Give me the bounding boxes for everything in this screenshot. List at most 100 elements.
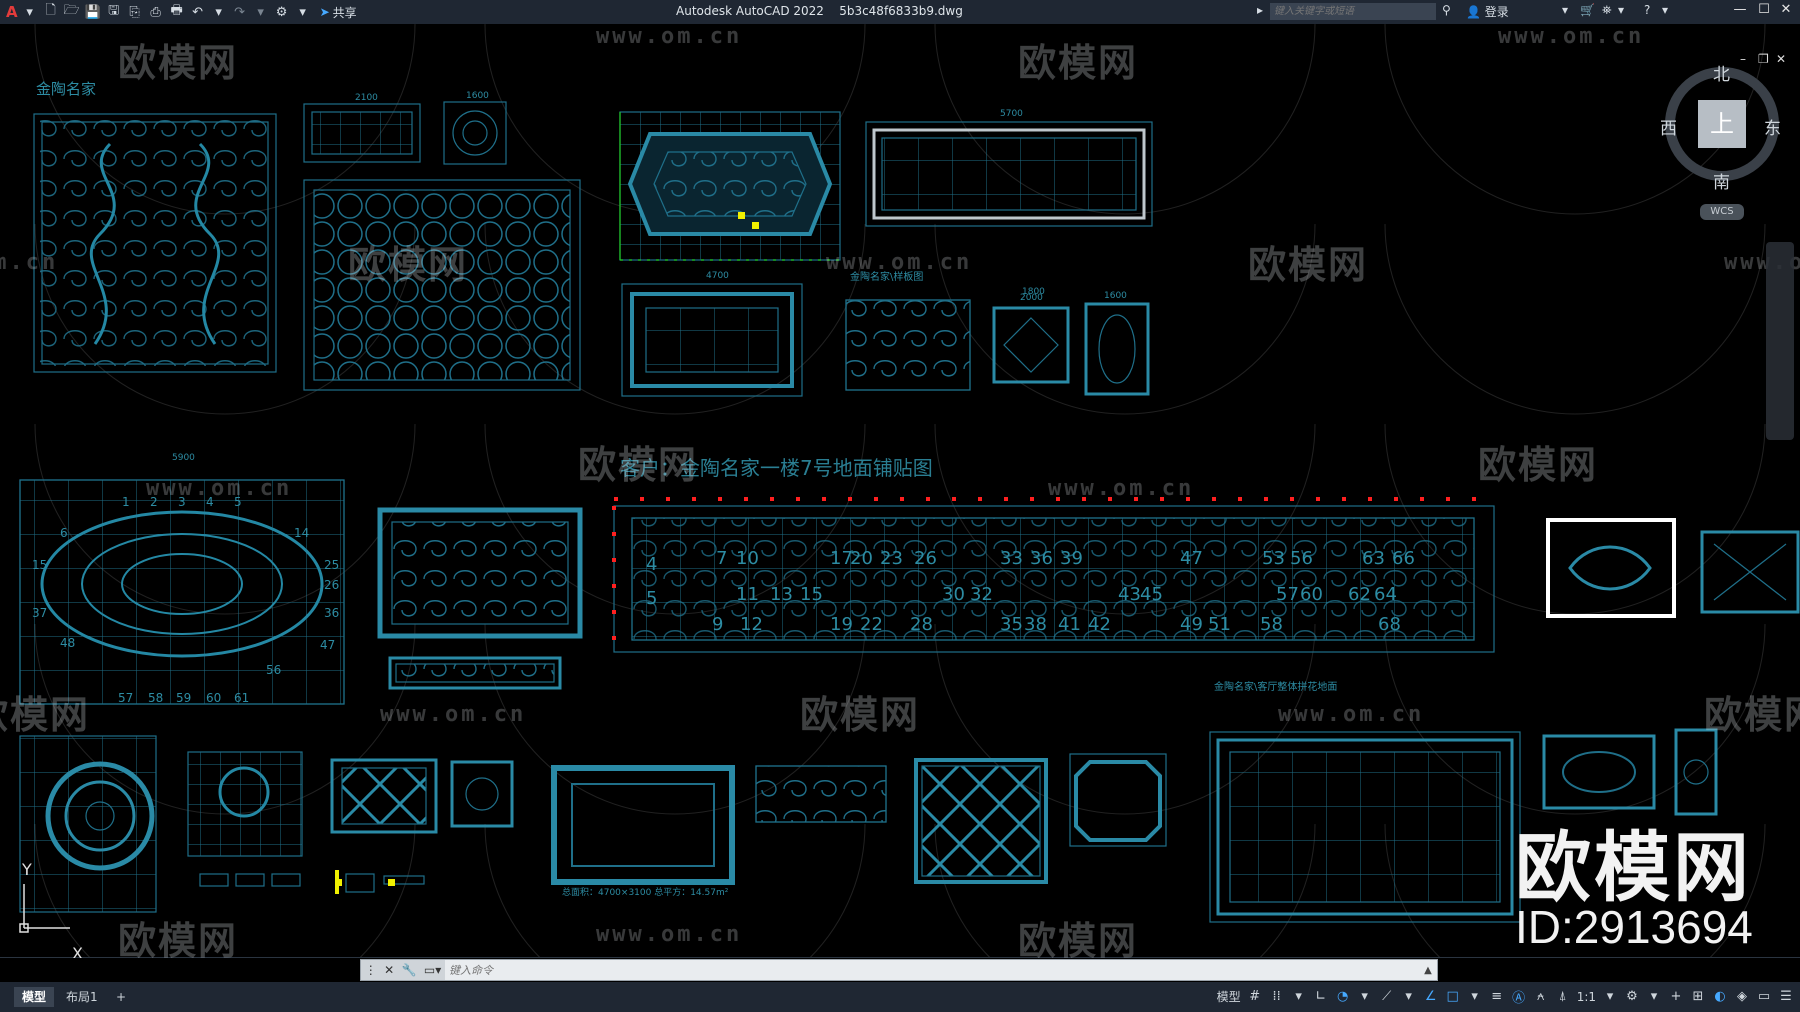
autodesk-a360-icon[interactable]: ⛯ [1602, 3, 1612, 18]
customization-menu-icon[interactable]: ☰ [1778, 989, 1794, 1004]
annotation-visibility-icon[interactable]: Ⓐ [1511, 987, 1527, 1006]
watermark-logo: 欧模网 [348, 243, 469, 287]
sign-in-dropdown-icon[interactable]: ▾ [1562, 3, 1568, 17]
watermark-id: ID:2913694 [1515, 901, 1753, 953]
save-icon[interactable]: 💾 [84, 3, 102, 21]
search-icon[interactable]: ⚲ [1442, 3, 1451, 17]
polar-dropdown-icon[interactable]: ▾ [1357, 989, 1373, 1004]
watermark-logo: 欧模网 [0, 693, 91, 737]
snap-mode-icon[interactable]: ⁞⁞ [1269, 989, 1285, 1004]
help-search-input[interactable] [1270, 3, 1436, 20]
share-button[interactable]: ➤ 共享 [320, 4, 357, 21]
isodraft-icon[interactable]: ⟋ [1379, 989, 1395, 1004]
annotation-scale-icon[interactable]: ⍋ [1555, 989, 1571, 1004]
annotation-monitor-icon[interactable]: + [1668, 989, 1684, 1004]
svg-text:60: 60 [206, 691, 221, 705]
viewcube-south[interactable]: 南 [1713, 168, 1730, 193]
save-as-icon[interactable]: 🖫 [105, 3, 123, 21]
polar-tracking-icon[interactable]: ◔ [1335, 989, 1351, 1004]
wcs-menu[interactable]: WCS [1700, 204, 1744, 220]
watermark-url: www.om.cn [1048, 476, 1195, 501]
command-line: ⋮ ✕ 🔧 ▭▾ ▲ [360, 959, 1438, 981]
app-menu-dropdown-icon[interactable]: ▾ [21, 3, 39, 21]
isolate-objects-icon[interactable]: ◈ [1734, 989, 1750, 1004]
redo-dropdown-icon[interactable]: ▾ [252, 3, 270, 21]
viewcube-top-face[interactable]: 上 [1698, 100, 1746, 148]
redo-icon[interactable]: ↷ [231, 3, 249, 21]
diamond-lattice-panel [914, 758, 1048, 884]
undo-dropdown-icon[interactable]: ▾ [210, 3, 228, 21]
object-snap-icon[interactable]: □ [1445, 989, 1461, 1004]
bordered-grid-panel-top [865, 121, 1153, 227]
isodraft-dropdown-icon[interactable]: ▾ [1401, 989, 1417, 1004]
units-icon[interactable]: ⊞ [1690, 989, 1706, 1004]
sign-in-button[interactable]: 👤 登录 [1466, 3, 1509, 20]
cart-icon[interactable]: 🛒 [1580, 3, 1595, 17]
tab-layout1[interactable]: 布局1 [58, 987, 106, 1007]
annotation-scale-value[interactable]: 1:1 [1577, 990, 1596, 1004]
snap-dropdown-icon[interactable]: ▾ [1291, 989, 1307, 1004]
quick-properties-icon[interactable]: ◐ [1712, 989, 1728, 1004]
drawing-viewport[interactable]: 4 7 10 5 11 13 15 9 12 17 20 23 26 33 36 39 19 22 28 30… [0, 24, 1800, 958]
help-dropdown-icon[interactable]: ▾ [1662, 3, 1668, 17]
command-input[interactable] [445, 960, 1419, 980]
svg-text:57: 57 [1276, 584, 1299, 605]
undo-icon[interactable]: ↶ [189, 3, 207, 21]
svg-text:61: 61 [234, 691, 249, 705]
grid-display-icon[interactable]: # [1247, 989, 1263, 1004]
tab-model[interactable]: 模型 [14, 987, 55, 1007]
viewport-close-icon[interactable]: ✕ [1776, 52, 1786, 66]
graphics-performance-icon[interactable]: ▭ [1756, 989, 1772, 1004]
help-icon[interactable]: ? [1644, 3, 1650, 17]
svg-text:6: 6 [60, 526, 68, 540]
viewport-restore-icon[interactable]: ❐ [1758, 52, 1769, 66]
object-snap-tracking-icon[interactable]: ∠ [1423, 989, 1439, 1004]
save-to-web-icon[interactable]: ⎙ [147, 3, 165, 21]
command-line-grip-icon[interactable]: ⋮ [365, 963, 377, 977]
close-window-icon[interactable]: ✕ [1776, 2, 1796, 17]
viewcube-east[interactable]: 东 [1764, 114, 1781, 139]
open-file-icon[interactable]: 🗁 [63, 3, 81, 21]
a360-dropdown-icon[interactable]: ▾ [1618, 3, 1624, 17]
command-history-toggle-icon[interactable]: ▲ [1419, 965, 1437, 976]
svg-text:37: 37 [32, 606, 47, 620]
workspace-switch-gear-icon[interactable]: ⚙ [1624, 989, 1640, 1004]
new-file-icon[interactable]: 🗋 [42, 3, 60, 21]
object-snap-dropdown-icon[interactable]: ▾ [1467, 989, 1483, 1004]
open-from-web-icon[interactable]: ⎘ [126, 3, 144, 21]
watermark-url: www.om.cn [596, 922, 743, 947]
command-line-customize-icon[interactable]: 🔧 [402, 963, 417, 977]
recent-commands-icon[interactable]: ▭▾ [424, 963, 441, 977]
viewcube-north[interactable]: 北 [1713, 60, 1730, 85]
auto-scale-icon[interactable]: ⍲ [1533, 989, 1549, 1004]
user-icon: 👤 [1466, 4, 1481, 19]
svg-text:35: 35 [1000, 614, 1023, 635]
add-layout-tab-button[interactable]: + [108, 987, 134, 1007]
lineweight-icon[interactable]: ≡ [1489, 989, 1505, 1004]
maximize-window-icon[interactable]: ☐ [1754, 2, 1774, 17]
navigation-bar[interactable] [1766, 242, 1794, 440]
app-menu-button[interactable]: A [6, 3, 18, 21]
quick-access-customize-icon[interactable]: ▾ [294, 3, 312, 21]
svg-text:58: 58 [148, 691, 163, 705]
svg-text:36: 36 [1030, 548, 1053, 569]
svg-text:5: 5 [646, 588, 657, 609]
model-space-toggle[interactable]: 模型 [1217, 988, 1241, 1005]
ucs-x-label: X [72, 944, 83, 958]
print-icon[interactable]: 🖶 [168, 3, 186, 21]
minimize-window-icon[interactable]: — [1730, 2, 1750, 17]
viewcube-west[interactable]: 西 [1660, 114, 1677, 139]
svg-text:10: 10 [736, 548, 759, 569]
search-expand-icon[interactable]: ▸ [1257, 3, 1263, 17]
workspace-icon[interactable]: ⚙ [273, 3, 291, 21]
watermark-logo: 欧模网 [1018, 41, 1139, 85]
ortho-mode-icon[interactable]: ∟ [1313, 989, 1329, 1004]
svg-text:1: 1 [122, 495, 130, 509]
share-label: 共享 [332, 5, 357, 20]
svg-text:51: 51 [1208, 614, 1231, 635]
command-line-close-icon[interactable]: ✕ [384, 963, 394, 977]
annotation-scale-dropdown-icon[interactable]: ▾ [1602, 989, 1618, 1004]
drawing-label-bottom-right: 金陶名家\客厅整体拼花地面 [1214, 682, 1338, 693]
viewport-minimize-icon[interactable]: – [1740, 52, 1746, 66]
workspace-dropdown-icon[interactable]: ▾ [1646, 989, 1662, 1004]
